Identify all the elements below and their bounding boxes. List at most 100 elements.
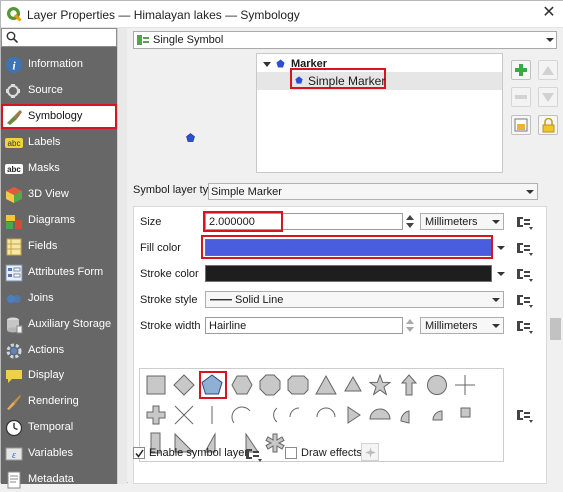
half-arc-shape-icon[interactable] <box>313 403 339 427</box>
single-symbol-icon <box>137 35 149 45</box>
sidebar-item-label: Display <box>28 369 65 381</box>
symbol-layer-tree[interactable]: Marker Simple Marker <box>256 53 503 173</box>
square-shape-icon[interactable] <box>143 373 169 397</box>
quarter-square-shape-icon[interactable] <box>452 403 478 427</box>
sidebar-item-symbology[interactable]: Symbology <box>1 104 117 129</box>
sidebar-item-label: 3D View <box>28 188 69 200</box>
sidebar-item-joins[interactable]: Joins <box>1 286 117 311</box>
chevron-down-icon <box>526 190 534 194</box>
x-shape-icon[interactable] <box>171 403 197 427</box>
hexagon-shape-icon[interactable] <box>229 373 255 397</box>
sidebar-item-3d-view[interactable]: 3D View <box>1 182 117 207</box>
solid-line-icon <box>210 299 232 301</box>
size-unit-select[interactable]: Millimeters <box>420 213 504 230</box>
arrow-up-icon <box>542 66 554 75</box>
renderer-type-value: Single Symbol <box>153 34 224 46</box>
chevron-down-icon[interactable] <box>496 269 506 279</box>
data-defined-override-icon[interactable] <box>514 214 534 230</box>
move-down-button[interactable] <box>538 87 558 107</box>
cross-shape-icon[interactable] <box>452 373 478 397</box>
sidebar-item-source[interactable]: Source <box>1 78 117 103</box>
third-circle-shape-icon[interactable] <box>396 403 422 427</box>
search-input[interactable] <box>22 30 112 44</box>
octagon-shape-icon[interactable] <box>257 373 283 397</box>
enable-symbol-layer-checkbox[interactable] <box>133 447 145 459</box>
quarter-circle-shape-icon[interactable] <box>424 403 450 427</box>
actions-gear-icon <box>6 343 22 359</box>
stroke-width-input[interactable]: Hairline <box>205 317 403 334</box>
triangle-shape-icon[interactable] <box>313 373 339 397</box>
square-with-corners-shape-icon[interactable] <box>285 373 311 397</box>
remove-symbol-layer-button[interactable] <box>511 87 531 107</box>
stroke-width-spinner-icon[interactable] <box>405 317 415 334</box>
data-defined-override-icon[interactable] <box>514 240 534 256</box>
size-spinner-icon[interactable] <box>405 213 415 230</box>
right-triangle-arrowhead-shape-icon[interactable] <box>340 403 366 427</box>
sidebar-item-label: Masks <box>28 162 60 174</box>
data-defined-override-icon[interactable] <box>514 318 534 334</box>
expand-arrow-icon[interactable] <box>263 61 271 69</box>
3d-cube-icon <box>6 187 22 203</box>
cross-fill-shape-icon[interactable] <box>143 403 169 427</box>
sidebar-item-label: Variables <box>28 447 74 459</box>
stroke-width-value: Hairline <box>209 320 247 332</box>
sidebar-item-information[interactable]: i Information <box>1 52 117 77</box>
sidebar-item-attributes-form[interactable]: Attributes Form <box>1 260 117 285</box>
sidebar-scrollbar[interactable] <box>117 28 127 484</box>
arrow-shape-icon[interactable] <box>396 373 422 397</box>
info-icon: i <box>6 57 22 73</box>
checkmark-icon <box>135 449 144 458</box>
data-defined-override-icon[interactable] <box>514 407 534 423</box>
sidebar-item-auxiliary-storage[interactable]: Auxiliary Storage <box>1 312 117 337</box>
sidebar-item-label: Fields <box>28 240 58 252</box>
semi-circle-shape-icon[interactable] <box>367 403 393 427</box>
stroke-style-select[interactable]: Solid Line <box>205 291 504 308</box>
sidebar-item-masks[interactable]: abc Masks <box>1 156 117 181</box>
lock-color-button[interactable] <box>538 115 558 135</box>
data-defined-override-icon[interactable] <box>243 446 263 462</box>
stroke-width-unit-value: Millimeters <box>425 320 478 332</box>
close-icon[interactable]: ✕ <box>541 5 557 21</box>
data-defined-override-icon[interactable] <box>514 292 534 308</box>
diamond-shape-icon[interactable] <box>171 373 197 397</box>
renderer-type-select[interactable]: Single Symbol <box>133 31 557 49</box>
stroke-color-button[interactable] <box>205 265 492 282</box>
duplicate-layer-button[interactable] <box>511 115 531 135</box>
draw-effects-label: Draw effects <box>301 447 362 459</box>
sidebar-item-labels[interactable]: abc Labels <box>1 130 117 155</box>
arc-shape-icon[interactable] <box>229 403 255 427</box>
sidebar-item-display[interactable]: Display <box>1 363 117 388</box>
lock-icon <box>542 118 555 133</box>
tree-row-simple-marker[interactable]: Simple Marker <box>257 68 502 90</box>
stroke-width-unit-select[interactable]: Millimeters <box>420 317 504 334</box>
draw-effects-checkbox[interactable] <box>285 447 297 459</box>
sidebar-item-fields[interactable]: Fields <box>1 234 117 259</box>
chevron-down-icon[interactable] <box>496 243 506 253</box>
circle-shape-icon[interactable] <box>424 373 450 397</box>
sidebar-item-metadata[interactable]: Metadata <box>1 467 117 492</box>
masks-abc-icon: abc <box>5 164 23 174</box>
sidebar-item-label: Actions <box>28 344 65 356</box>
tree-simple-marker-label: Simple Marker <box>308 74 386 88</box>
quarter-arc-shape-icon[interactable] <box>285 403 311 427</box>
move-up-button[interactable] <box>538 60 558 80</box>
sidebar-item-temporal[interactable]: Temporal <box>1 415 117 440</box>
effects-settings-button[interactable] <box>361 443 379 461</box>
sidebar-item-variables[interactable]: ε Variables <box>1 441 117 466</box>
line-shape-icon[interactable] <box>199 403 225 427</box>
data-defined-override-icon[interactable] <box>514 266 534 282</box>
sidebar-item-actions[interactable]: Actions <box>1 338 117 363</box>
highlight-box <box>201 235 493 259</box>
chevron-down-icon <box>492 324 500 328</box>
star-shape-icon[interactable] <box>367 373 393 397</box>
symbol-layer-type-select[interactable]: Simple Marker <box>208 183 538 200</box>
sidebar-search[interactable] <box>1 28 117 47</box>
semi-arc-shape-icon[interactable] <box>257 403 283 427</box>
sidebar-item-diagrams[interactable]: Diagrams <box>1 208 117 233</box>
scrollbar-thumb[interactable] <box>550 318 561 340</box>
equilateral-triangle-shape-icon[interactable] <box>340 373 366 397</box>
sidebar-item-rendering[interactable]: Rendering <box>1 389 117 414</box>
stroke-width-label: Stroke width <box>140 320 201 332</box>
properties-scrollbar[interactable] <box>549 180 562 484</box>
add-symbol-layer-button[interactable] <box>511 60 531 80</box>
